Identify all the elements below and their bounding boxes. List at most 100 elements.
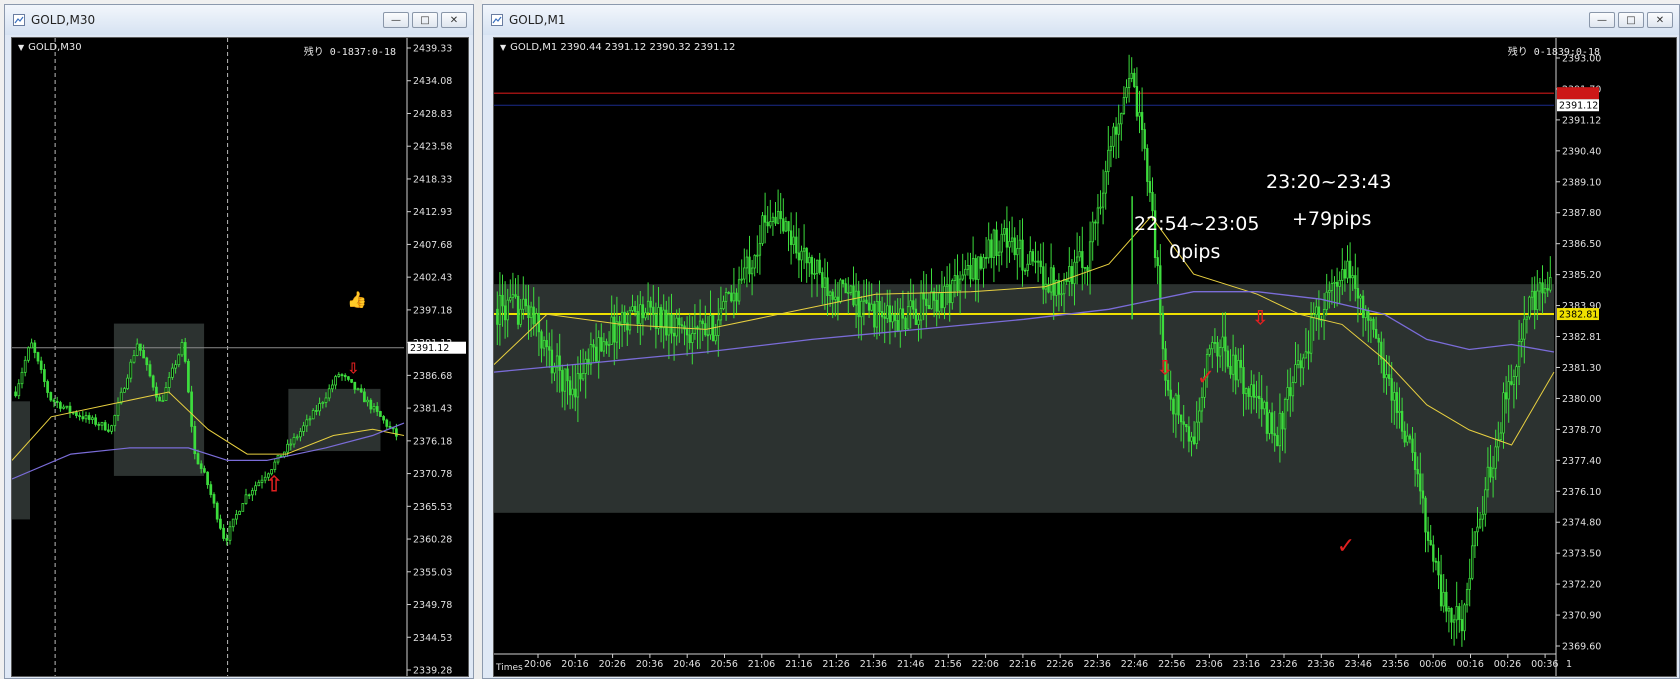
m1-candle <box>529 306 533 318</box>
m1-candle <box>732 292 736 302</box>
m30-candle <box>81 416 85 420</box>
m1-candle <box>1016 248 1019 256</box>
m1-candle <box>1315 306 1318 316</box>
m1-candle <box>1190 436 1193 442</box>
m1-candle <box>607 344 611 346</box>
m30-candle <box>103 422 107 431</box>
m30-candle <box>87 415 91 420</box>
m1-candle <box>1406 435 1409 443</box>
m30-candle <box>350 379 353 383</box>
m1-candle <box>1343 269 1347 279</box>
m1-candle <box>665 309 668 336</box>
chart-gold-m1[interactable]: ⇩⇩✓✓2393.002391.702391.122390.402389.102… <box>493 37 1677 677</box>
m1-candle <box>896 320 899 332</box>
m1-candle <box>1239 359 1243 368</box>
m30-candle <box>257 482 261 487</box>
m1-candle <box>792 236 795 246</box>
m1-candle <box>628 310 632 331</box>
window-gold-m1[interactable]: GOLD,M1 — □ ✕ ⇩⇩✓✓2393.002391.702391.122… <box>482 4 1680 679</box>
time-axis-tick-label: 21:36 <box>860 659 887 670</box>
m1-candle <box>1159 265 1162 314</box>
m1-candle <box>737 279 741 302</box>
close-button[interactable]: ✕ <box>441 12 467 28</box>
m1-candle <box>1187 426 1191 442</box>
m30-candle <box>375 406 379 412</box>
bid-price-tag-text: 2391.12 <box>410 343 449 354</box>
m30-candle <box>279 455 283 458</box>
m1-candle <box>644 312 647 319</box>
time-axis-end-label: 1 <box>1566 659 1572 670</box>
m30-candle <box>222 527 225 539</box>
m30-candle <box>14 391 17 397</box>
m1-candle <box>675 317 678 337</box>
price-axis-label: 2355.03 <box>413 567 452 578</box>
window-gold-m30[interactable]: GOLD,M30 — □ ✕ 👍 ⇩ ⇧ 2439.33 2434.08 2428.83 2… <box>4 4 474 679</box>
time-axis-tick-label: 00:06 <box>1419 659 1446 670</box>
m30-candle <box>302 425 305 432</box>
m1-candle <box>1504 392 1508 400</box>
m1-candle <box>1075 256 1079 263</box>
m1-candle <box>1426 531 1430 541</box>
close-button[interactable]: ✕ <box>1647 12 1673 28</box>
price-axis-label: 2365.53 <box>413 502 452 513</box>
m1-candle <box>927 305 931 310</box>
m1-candle <box>1031 251 1035 262</box>
m1-candle <box>953 275 957 281</box>
window-icon <box>491 14 503 26</box>
m1-candle <box>1278 412 1282 447</box>
chart-gold-m30[interactable]: 👍 ⇩ ⇧ 2439.33 2434.08 2428.83 2423.58 2418.33 24… <box>11 37 469 677</box>
m30-candle <box>299 431 302 438</box>
m1-candle <box>1003 228 1006 235</box>
m30-candle <box>17 383 21 397</box>
window-titlebar[interactable]: GOLD,M30 — □ ✕ <box>5 5 473 35</box>
time-axis-tick-label: 00:26 <box>1494 659 1521 670</box>
m30-candle <box>305 419 309 427</box>
m1-candle <box>636 311 639 325</box>
m1-candle <box>1476 526 1479 533</box>
m1-candle <box>979 256 983 269</box>
m1-candle <box>753 254 756 269</box>
m30-candle <box>254 485 257 491</box>
maximize-button[interactable]: □ <box>412 12 438 28</box>
m1-candle <box>1471 545 1474 579</box>
m1-candle <box>1234 354 1237 381</box>
m1-candle <box>1091 221 1094 243</box>
m1-candle <box>1200 396 1204 412</box>
m1-candle <box>834 296 837 300</box>
m1-candle <box>1231 354 1235 375</box>
m1-candle <box>1437 561 1440 576</box>
m1-candle <box>958 278 962 292</box>
dropdown-triangle-icon: ▼ <box>500 43 507 52</box>
m1-candle <box>1052 267 1055 296</box>
m30-candle <box>55 401 59 403</box>
m1-candle <box>797 252 801 261</box>
m1-candle <box>867 302 871 311</box>
time-axis-tick-label: 23:06 <box>1195 659 1222 670</box>
minimize-button[interactable]: — <box>1589 12 1615 28</box>
m1-candle <box>1216 342 1219 357</box>
m1-candle <box>1289 387 1292 397</box>
m1-candle <box>948 284 951 304</box>
m1-candle <box>605 341 608 346</box>
m30-candle <box>183 342 187 362</box>
thumbs-up-icon: 👍 <box>347 290 367 309</box>
m1-candle <box>571 388 574 396</box>
m1-candle <box>1429 540 1432 546</box>
m1-candle <box>761 215 764 244</box>
m1-candle <box>784 221 788 232</box>
m1-candle <box>1029 251 1032 265</box>
m1-candle <box>574 388 577 398</box>
m1-candle <box>1416 469 1419 475</box>
m1-candle <box>1359 295 1362 299</box>
m1-candle <box>1096 207 1100 224</box>
minimize-button[interactable]: — <box>383 12 409 28</box>
m1-candle <box>1333 281 1336 284</box>
price-axis-label: 2407.68 <box>413 240 452 251</box>
m1-candle <box>1403 430 1406 443</box>
m1-candle <box>951 280 954 304</box>
m30-candle <box>238 510 241 515</box>
m1-candle <box>1478 518 1482 528</box>
window-titlebar[interactable]: GOLD,M1 — □ ✕ <box>483 5 1679 35</box>
maximize-button[interactable]: □ <box>1618 12 1644 28</box>
m1-candle <box>597 337 600 362</box>
